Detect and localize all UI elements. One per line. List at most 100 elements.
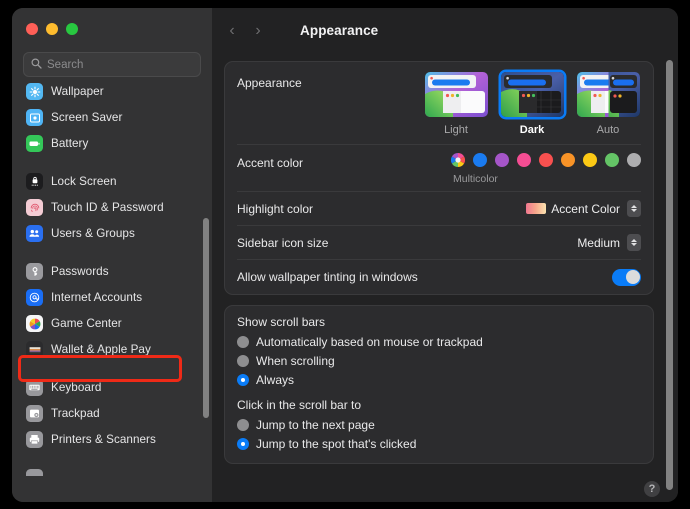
radio-scroll-when-scrolling[interactable]: When scrolling (237, 351, 641, 370)
radio-label: When scrolling (256, 354, 335, 368)
keyboard-icon (26, 379, 43, 396)
minimize-button[interactable] (46, 23, 58, 35)
sidebar-item-wallpaper[interactable]: Wallpaper (21, 79, 203, 104)
sidebar-item-label: Lock Screen (51, 175, 117, 188)
system-settings-window: Displays (12, 8, 678, 502)
radio-button[interactable] (237, 438, 249, 450)
sidebar-item-lock-screen[interactable]: Lock Screen (21, 169, 203, 194)
sidebar-group-gap (21, 453, 203, 465)
group-separator (237, 389, 641, 398)
sidebar-item-wallet-apple-pay[interactable]: Wallet & Apple Pay (21, 337, 203, 362)
sidebar-item-label: Game Center (51, 317, 122, 330)
sidebar-item-label: Keyboard (51, 381, 101, 394)
sidebar-group-gap (21, 363, 203, 375)
highlight-color-value: Accent Color (551, 202, 620, 216)
sidebar-item-screen-saver[interactable]: Screen Saver (21, 105, 203, 130)
radio-button[interactable] (237, 336, 249, 348)
scroll-bars-card: Show scroll bars Automatically based on … (224, 305, 654, 464)
accent-color-caption: Multicolor (451, 173, 641, 185)
detail-pane: ‹ › Appearance Appearance (212, 8, 678, 502)
radio-scroll-always[interactable]: Always (237, 370, 641, 389)
wallet-apple-pay-icon (26, 341, 43, 358)
sidebar-item-battery[interactable]: Battery (21, 131, 203, 156)
sidebar-item-users-groups[interactable]: Users & Groups (21, 221, 203, 246)
sidebar-item-passwords[interactable]: Passwords (21, 259, 203, 284)
sidebar-item-partial-bottom[interactable] (21, 465, 203, 476)
search-box[interactable] (23, 52, 201, 77)
theme-option-dark[interactable]: Dark (499, 72, 565, 136)
accent-swatch-purple[interactable] (495, 153, 509, 167)
sidebar-item-label: Printers & Scanners (51, 433, 156, 446)
sidebar-scroll-area[interactable]: Displays (12, 78, 212, 502)
sidebar-item-printers-scanners[interactable]: Printers & Scanners (21, 427, 203, 452)
sidebar-item-trackpad[interactable]: Trackpad (21, 401, 203, 426)
passwords-icon (26, 263, 43, 280)
sidebar-icon-size-label: Sidebar icon size (237, 236, 328, 250)
theme-label: Light (423, 124, 489, 136)
accent-swatch-graphite[interactable] (627, 153, 641, 167)
chevron-updown-icon[interactable] (627, 200, 641, 217)
screen-saver-icon (26, 109, 43, 126)
sidebar-item-label: Internet Accounts (51, 291, 142, 304)
click-scroll-bar-title: Click in the scroll bar to (237, 398, 641, 412)
sidebar-item-internet-accounts[interactable]: Internet Accounts (21, 285, 203, 310)
radio-label: Always (256, 373, 294, 387)
sidebar-icon-size-row: Sidebar icon size Medium (237, 226, 641, 260)
sidebar-item-label: Users & Groups (51, 227, 135, 240)
highlight-color-label: Highlight color (237, 202, 313, 216)
show-scroll-bars-title: Show scroll bars (237, 315, 641, 329)
sidebar-group-gap (21, 157, 203, 169)
search-icon (31, 56, 42, 74)
appearance-label: Appearance (237, 72, 302, 90)
sidebar-icon-size-popup[interactable]: Medium (577, 234, 641, 251)
theme-label: Auto (575, 124, 641, 136)
accent-swatch-yellow[interactable] (583, 153, 597, 167)
wallpaper-tinting-label: Allow wallpaper tinting in windows (237, 270, 418, 284)
sidebar-item-touch-id[interactable]: Touch ID & Password (21, 195, 203, 220)
touch-id-icon (26, 199, 43, 216)
sidebar-icon-size-value: Medium (577, 236, 620, 250)
theme-option-auto[interactable]: Auto (575, 72, 641, 136)
highlight-color-chip (526, 203, 546, 214)
back-button[interactable]: ‹ (226, 23, 238, 39)
sidebar-item-label: Trackpad (51, 407, 100, 420)
traffic-lights (12, 8, 212, 45)
chevron-updown-icon[interactable] (627, 234, 641, 251)
game-center-icon (26, 315, 43, 332)
close-button[interactable] (26, 23, 38, 35)
sidebar-item-label: Wallet & Apple Pay (51, 343, 151, 356)
zoom-button[interactable] (66, 23, 78, 35)
theme-options: Light (423, 72, 641, 136)
sidebar-item-game-center[interactable]: Game Center (21, 311, 203, 336)
page-title: Appearance (300, 23, 378, 38)
wallpaper-icon (26, 83, 43, 100)
radio-button[interactable] (237, 419, 249, 431)
accent-swatch-green[interactable] (605, 153, 619, 167)
detail-scrollbar[interactable] (666, 60, 673, 490)
wallpaper-tinting-toggle[interactable] (612, 269, 641, 286)
theme-option-light[interactable]: Light (423, 72, 489, 136)
accent-swatch-red[interactable] (539, 153, 553, 167)
theme-thumbnail-dark (501, 72, 564, 117)
detail-scroll-area[interactable]: Appearance (212, 53, 678, 502)
sidebar-item-keyboard[interactable]: Keyboard (21, 375, 203, 400)
sidebar-scrollbar[interactable] (203, 218, 209, 418)
accent-swatch-multicolor[interactable] (451, 153, 465, 167)
accent-color-row: Accent color (237, 145, 641, 192)
radio-button[interactable] (237, 355, 249, 367)
radio-jump-to-spot[interactable]: Jump to the spot that's clicked (237, 434, 641, 453)
help-button[interactable]: ? (644, 481, 660, 497)
highlight-color-popup[interactable]: Accent Color (526, 200, 641, 217)
radio-jump-next-page[interactable]: Jump to the next page (237, 415, 641, 434)
radio-button[interactable] (237, 374, 249, 386)
search-input[interactable] (47, 59, 193, 71)
radio-scroll-automatic[interactable]: Automatically based on mouse or trackpad (237, 332, 641, 351)
accent-swatch-orange[interactable] (561, 153, 575, 167)
theme-thumbnail-auto (577, 72, 640, 117)
users-groups-icon (26, 225, 43, 242)
accent-swatch-pink[interactable] (517, 153, 531, 167)
accent-swatch-blue[interactable] (473, 153, 487, 167)
sidebar-item-label: Screen Saver (51, 111, 122, 124)
forward-button[interactable]: › (252, 23, 264, 39)
sidebar-group-gap (21, 247, 203, 259)
